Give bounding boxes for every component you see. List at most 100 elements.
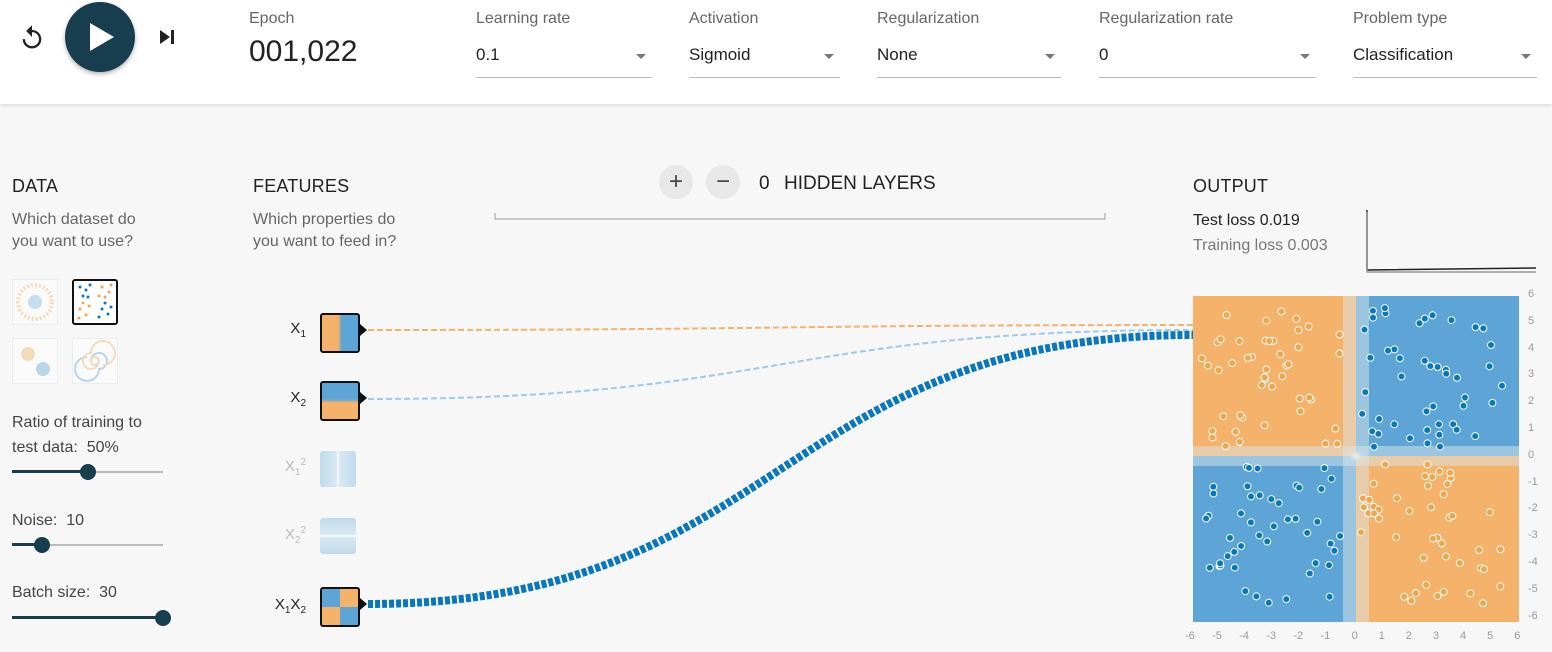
x-tick-label: -3 xyxy=(1266,630,1277,642)
data-point xyxy=(1435,430,1444,439)
data-point xyxy=(1446,468,1455,477)
data-point xyxy=(1228,359,1237,368)
data-point xyxy=(1327,474,1336,483)
data-point xyxy=(1216,559,1225,568)
data-point xyxy=(1405,507,1414,515)
data-point xyxy=(1264,598,1273,607)
data-point xyxy=(1357,528,1365,537)
data-point xyxy=(1479,599,1487,608)
data-point xyxy=(1420,356,1429,365)
data-point xyxy=(1304,322,1313,331)
data-point xyxy=(1325,561,1333,570)
data-point xyxy=(1203,361,1212,370)
data-point xyxy=(1369,313,1377,322)
data-point xyxy=(1479,324,1488,333)
data-point xyxy=(1442,369,1451,378)
data-point xyxy=(1230,547,1239,556)
data-point xyxy=(1471,323,1480,332)
data-point xyxy=(1292,314,1301,323)
data-point xyxy=(1466,589,1475,598)
data-point xyxy=(1295,483,1304,492)
x-tick-label: -2 xyxy=(1293,630,1304,642)
data-point xyxy=(1205,563,1214,572)
x-tick-label: 3 xyxy=(1432,630,1440,642)
data-point xyxy=(1406,434,1414,443)
y-tick-label: 3 xyxy=(1528,368,1535,381)
data-point xyxy=(1305,569,1314,578)
loss-chart xyxy=(1366,210,1537,273)
add-layer-button[interactable]: + xyxy=(659,165,693,199)
remove-layer-button[interactable]: − xyxy=(706,165,740,199)
data-point xyxy=(1243,482,1252,491)
data-point xyxy=(1223,552,1232,561)
data-point xyxy=(1208,427,1217,435)
link-x1x2-output xyxy=(367,331,1194,608)
data-point xyxy=(1237,509,1245,518)
data-point xyxy=(1374,429,1383,438)
data-point xyxy=(1294,326,1303,335)
data-point xyxy=(1255,491,1264,500)
data-point xyxy=(1421,472,1429,481)
data-point xyxy=(1393,494,1401,503)
data-point xyxy=(1461,393,1469,402)
x-tick-label: -1 xyxy=(1320,630,1331,642)
x-tick-label: 1 xyxy=(1378,630,1385,642)
y-tick-label: -5 xyxy=(1528,582,1538,595)
data-point xyxy=(1397,372,1406,381)
x-tick-label: 4 xyxy=(1460,630,1467,642)
data-point xyxy=(1331,424,1340,433)
data-point xyxy=(1241,587,1250,596)
y-tick-label: 5 xyxy=(1528,314,1535,327)
data-point xyxy=(1422,580,1431,589)
x-tick-label: 6 xyxy=(1514,630,1521,642)
data-point xyxy=(1419,553,1428,562)
data-point xyxy=(1282,595,1291,604)
data-point xyxy=(1360,325,1369,334)
data-point xyxy=(1429,534,1437,543)
data-point xyxy=(1488,398,1497,407)
data-point xyxy=(1423,460,1432,469)
x-tick-label: 5 xyxy=(1487,630,1494,642)
data-point xyxy=(1485,362,1494,371)
data-point xyxy=(1395,354,1404,363)
data-point xyxy=(1407,596,1416,605)
data-point xyxy=(1448,511,1457,520)
data-point xyxy=(1226,533,1234,542)
data-point xyxy=(1291,514,1300,523)
data-point xyxy=(1214,366,1223,375)
data-point xyxy=(1321,439,1330,448)
data-point xyxy=(1313,517,1322,526)
data-point xyxy=(1247,492,1255,501)
hidden-layers-count: 0 xyxy=(759,173,770,194)
data-point xyxy=(1443,480,1452,489)
x-tick-label: -5 xyxy=(1212,630,1222,642)
data-point xyxy=(1333,439,1342,448)
data-point xyxy=(1278,372,1287,381)
x-tick-label: 2 xyxy=(1405,630,1412,642)
data-point xyxy=(1255,531,1264,540)
y-tick-label: 4 xyxy=(1528,341,1535,354)
data-point xyxy=(1235,437,1244,446)
y-tick-label: -1 xyxy=(1528,475,1538,488)
x-tick-label: 0 xyxy=(1351,630,1358,642)
x-tick-label: -6 xyxy=(1185,630,1195,642)
data-point xyxy=(1219,412,1228,421)
data-point xyxy=(1358,409,1367,418)
data-point xyxy=(1439,587,1448,596)
data-point xyxy=(1366,353,1375,362)
data-point xyxy=(1260,421,1269,430)
y-tick-label: 2 xyxy=(1528,395,1535,408)
y-tick-label: -2 xyxy=(1528,502,1538,515)
data-point xyxy=(1423,426,1432,435)
data-point xyxy=(1311,559,1320,568)
data-point xyxy=(1433,363,1442,371)
data-point xyxy=(1370,442,1378,451)
data-point xyxy=(1370,509,1378,518)
data-point xyxy=(1453,373,1461,382)
hidden-layers-label: HIDDEN LAYERS xyxy=(784,173,936,194)
data-point xyxy=(1260,373,1269,382)
data-point xyxy=(1433,592,1442,600)
data-point xyxy=(1335,349,1344,358)
data-point xyxy=(1252,592,1261,601)
data-point xyxy=(1487,341,1495,349)
